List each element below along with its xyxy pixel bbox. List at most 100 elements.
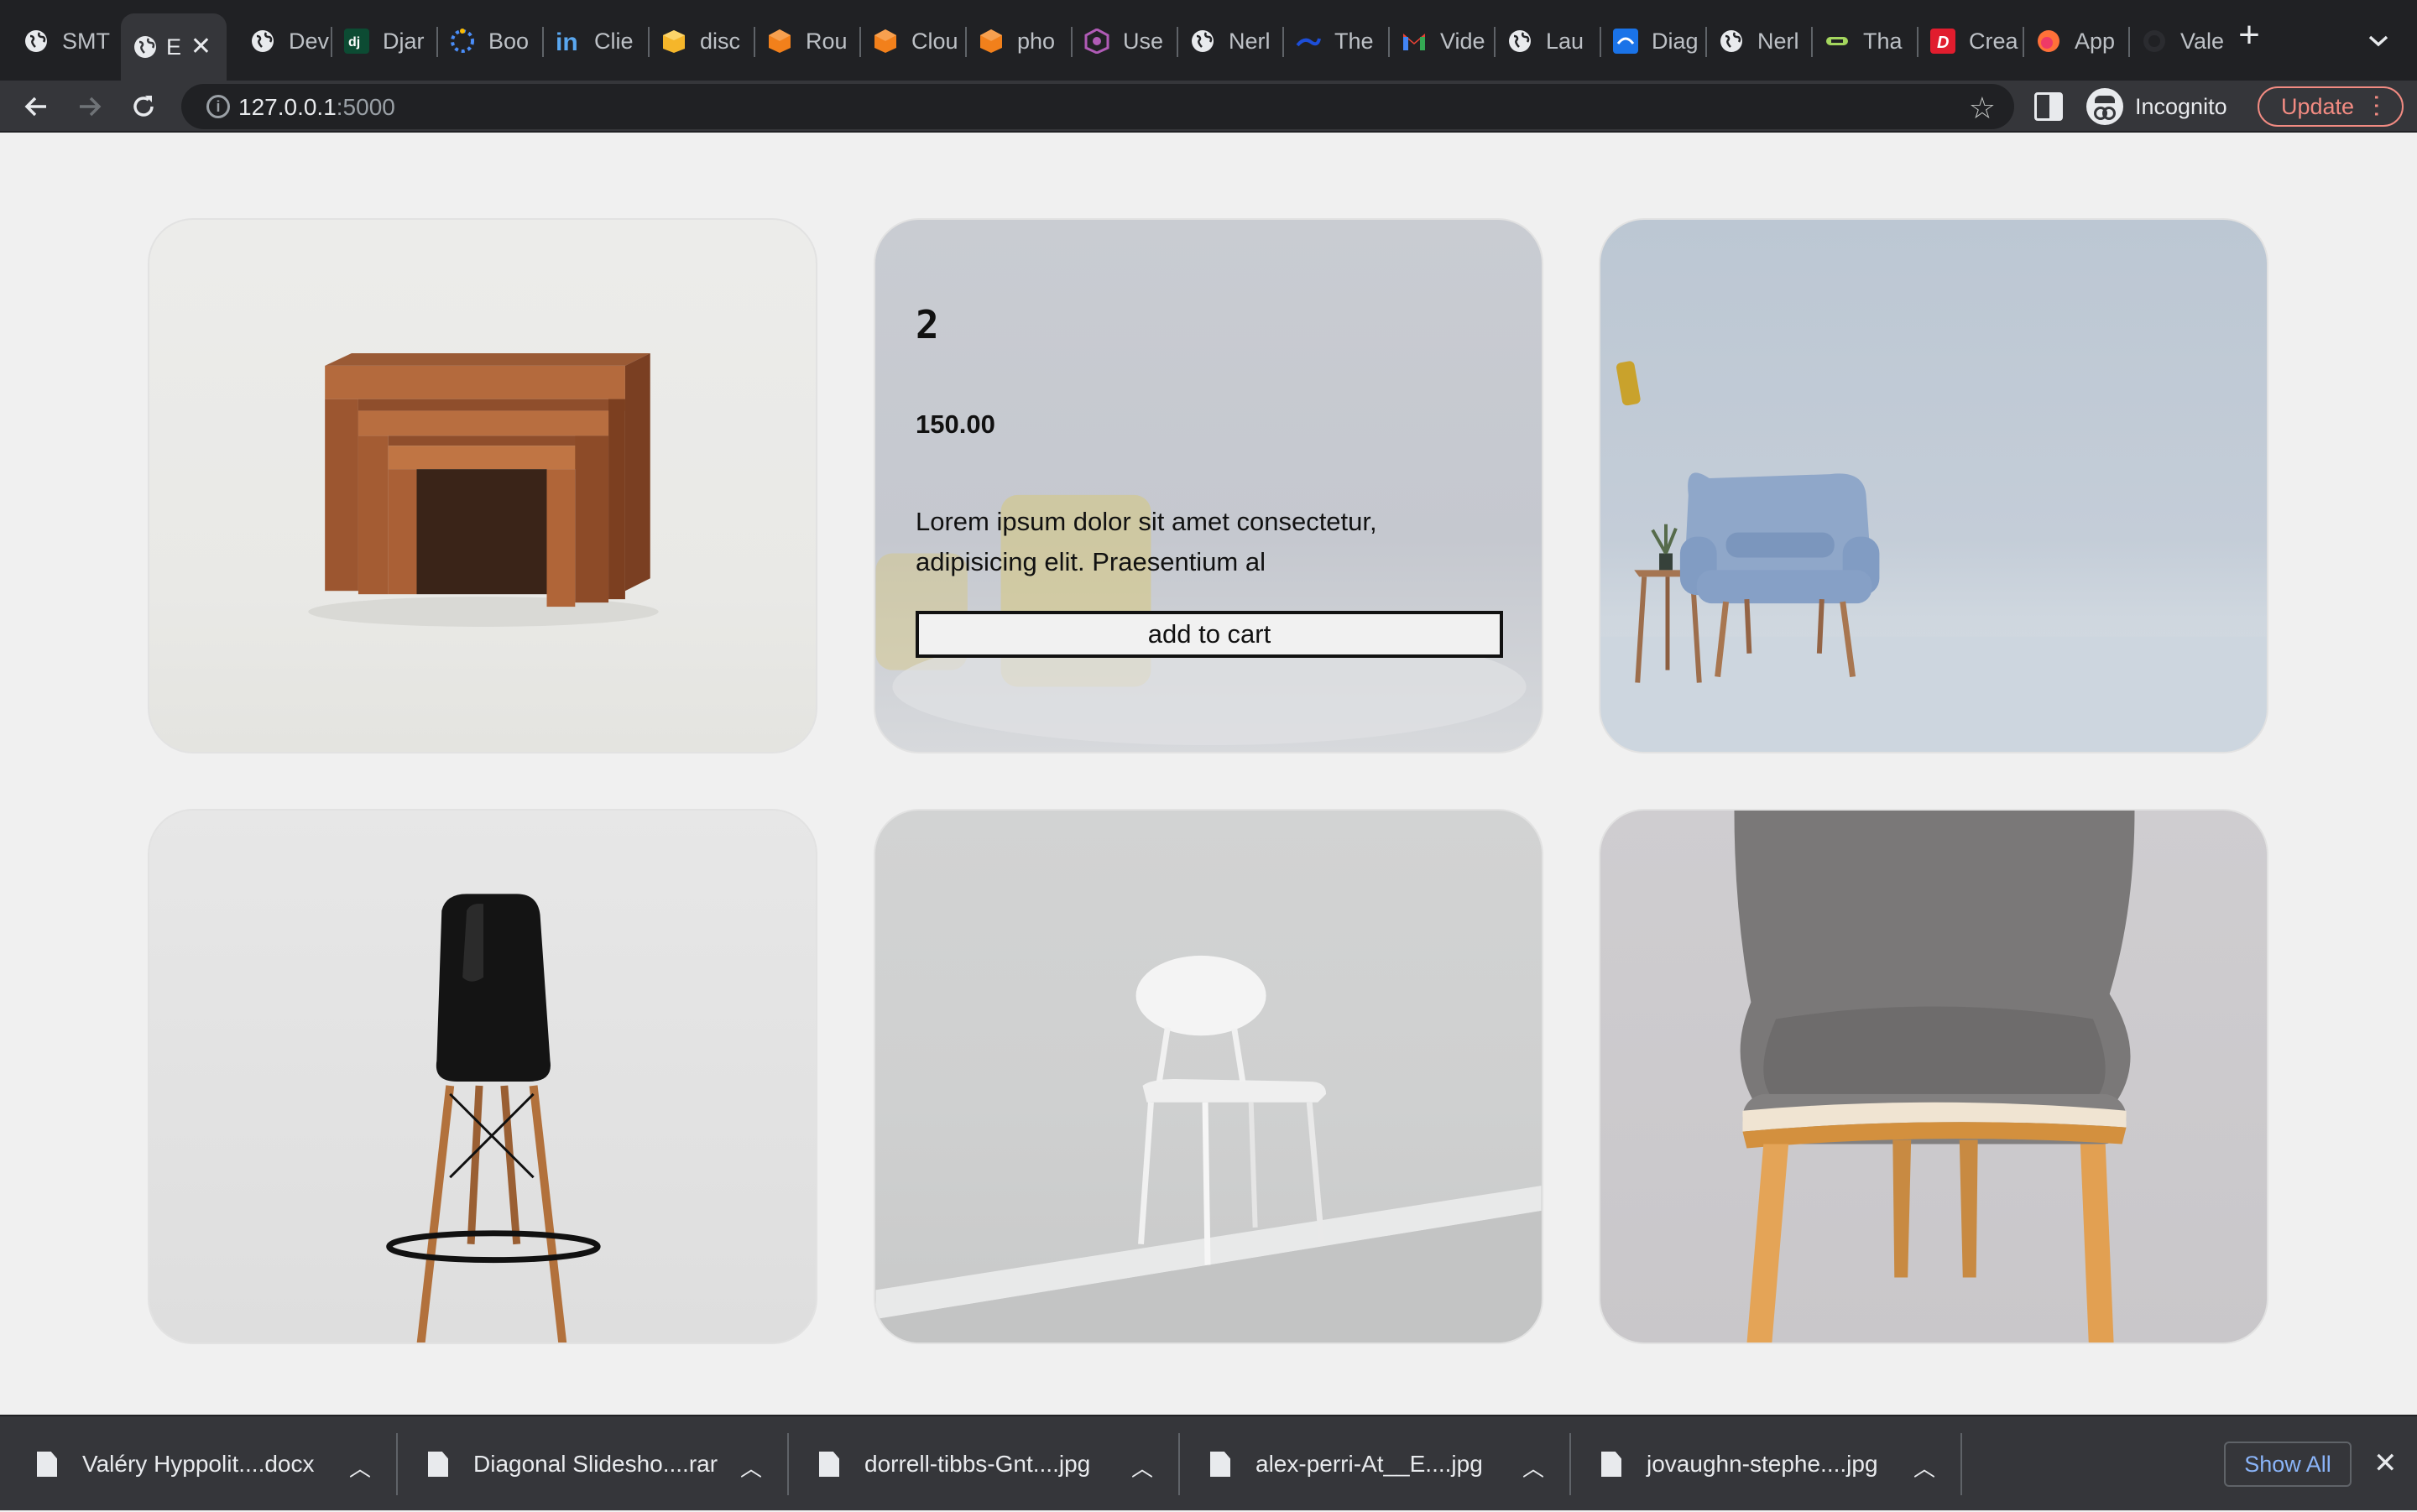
file-icon [37, 1452, 57, 1477]
tab-title: pho [1017, 28, 1056, 54]
chevron-up-icon[interactable]: ︿ [1913, 1452, 1935, 1483]
product-card-nesting-tables[interactable] [148, 218, 817, 753]
linkedin-icon: in [556, 29, 581, 54]
globe-icon [1507, 29, 1532, 54]
tab-8[interactable]: Clou [861, 12, 965, 70]
tab-15[interactable]: Diag [1601, 12, 1705, 70]
tab-20[interactable]: Vale [2130, 12, 2229, 70]
download-filename: alex-perri-At__E....jpg [1255, 1451, 1483, 1477]
product-card-featured[interactable]: 2 150.00 Lorem ipsum dolor sit amet cons… [874, 218, 1543, 753]
tab-7[interactable]: Rou [755, 12, 859, 70]
globe-icon [23, 29, 49, 54]
download-item[interactable]: dorrell-tibbs-Gnt....jpg ︿ [819, 1416, 1155, 1512]
grey-chair-image [1734, 811, 2135, 1343]
back-button[interactable] [17, 87, 55, 126]
url-text: 127.0.0.1:5000 [238, 94, 395, 121]
incognito-indicator[interactable]: Incognito [2086, 86, 2227, 128]
download-item[interactable]: Valéry Hyppolit....docx ︿ [37, 1416, 373, 1512]
blue-armchair-image [1600, 361, 2267, 752]
tab-title: Clou [911, 28, 958, 54]
download-filename: Diagonal Slidesho....rar [473, 1451, 718, 1477]
incognito-icon [2086, 88, 2123, 125]
download-separator [1569, 1433, 1571, 1495]
tab-18[interactable]: D Crea [1918, 12, 2023, 70]
globe-icon [133, 34, 158, 60]
product-name: 2 [916, 302, 939, 347]
browser-toolbar: i 127.0.0.1:5000 ☆ Incognito Update ⋯ [0, 81, 2417, 133]
chevron-up-icon[interactable]: ︿ [740, 1452, 762, 1483]
django-icon: dj [344, 29, 369, 54]
product-details: 2 150.00 Lorem ipsum dolor sit amet cons… [875, 220, 1542, 752]
download-filename: Valéry Hyppolit....docx [82, 1451, 315, 1477]
add-to-cart-button[interactable]: add to cart [916, 611, 1503, 658]
d-icon: D [1930, 29, 1955, 54]
show-all-button[interactable]: Show All [2224, 1442, 2352, 1487]
image-file-icon [819, 1452, 839, 1477]
tab-4[interactable]: Boo [438, 12, 542, 70]
hexagon-icon [1084, 29, 1109, 54]
product-card-grey-chair[interactable] [1599, 809, 2268, 1344]
gmail-icon [1402, 29, 1427, 54]
chevron-up-icon[interactable]: ︿ [349, 1452, 371, 1483]
close-icon[interactable]: ✕ [2373, 1447, 2398, 1480]
tab-6[interactable]: disc [650, 12, 754, 70]
image-file-icon [1601, 1452, 1621, 1477]
tab-0[interactable]: SMT [0, 12, 117, 70]
box-icon [661, 29, 686, 54]
tab-19[interactable]: App [2024, 12, 2128, 70]
product-card-bar-stool[interactable] [148, 809, 817, 1344]
download-item[interactable]: alex-perri-At__E....jpg ︿ [1210, 1416, 1546, 1512]
cube-icon [873, 29, 898, 54]
tab-2[interactable]: Dev [227, 12, 331, 70]
address-bar[interactable]: i 127.0.0.1:5000 ☆ [181, 84, 2014, 129]
image-file-icon [1210, 1452, 1230, 1477]
tab-title: Rou [806, 28, 848, 54]
cable-icon [1824, 29, 1850, 54]
chevron-up-icon[interactable]: ︿ [1131, 1452, 1153, 1483]
tab-title: Clie [594, 28, 634, 54]
update-button[interactable]: Update ⋯ [2258, 86, 2404, 127]
tab-11[interactable]: Nerl [1178, 12, 1282, 70]
close-tab-icon[interactable]: ✕ [191, 32, 211, 61]
product-card-armchair[interactable] [1599, 218, 2268, 753]
tab-16[interactable]: Nerl [1707, 12, 1811, 70]
product-grid: 2 150.00 Lorem ipsum dolor sit amet cons… [0, 133, 2417, 1415]
tab-title: Vide [1440, 28, 1485, 54]
tab-title: SMT [62, 28, 110, 54]
wave-icon [1296, 29, 1321, 54]
globe-icon [250, 29, 275, 54]
tab-9[interactable]: pho [967, 12, 1071, 70]
tab-search-icon[interactable] [2363, 25, 2394, 55]
tab-1[interactable]: E ✕ [121, 13, 227, 81]
url-port: :5000 [336, 94, 395, 120]
tab-5[interactable]: in Clie [544, 12, 648, 70]
tab-title: Crea [1969, 28, 2018, 54]
reload-button[interactable] [124, 87, 163, 126]
tab-3[interactable]: dj Djar [332, 12, 436, 70]
tab-title: Diag [1652, 28, 1699, 54]
tab-14[interactable]: Lau [1496, 12, 1600, 70]
tab-title: Nerl [1757, 28, 1799, 54]
forward-button[interactable] [70, 87, 109, 126]
tab-12[interactable]: The [1284, 12, 1388, 70]
github-icon [2142, 29, 2167, 54]
svg-text:D: D [1937, 34, 1949, 52]
svg-text:dj: dj [348, 35, 360, 50]
chevron-up-icon[interactable]: ︿ [1522, 1452, 1544, 1483]
more-menu-icon[interactable]: ⋯ [2362, 93, 2390, 118]
download-item[interactable]: jovaughn-stephe....jpg ︿ [1601, 1416, 1937, 1512]
tab-title: E [166, 34, 182, 60]
bookmark-star-icon[interactable]: ☆ [1969, 91, 1996, 126]
cube-icon [767, 29, 792, 54]
product-card-white-chair[interactable] [874, 809, 1543, 1344]
site-info-icon[interactable]: i [206, 95, 230, 118]
download-separator [1178, 1433, 1180, 1495]
side-panel-icon[interactable] [2034, 92, 2063, 121]
download-item[interactable]: Diagonal Slidesho....rar ︿ [428, 1416, 764, 1512]
product-description: Lorem ipsum dolor sit amet consectetur, … [916, 507, 1377, 576]
download-separator [787, 1433, 789, 1495]
tab-13[interactable]: Vide [1390, 12, 1494, 70]
tab-10[interactable]: Use [1073, 12, 1177, 70]
tab-17[interactable]: Tha [1813, 12, 1917, 70]
new-tab-icon[interactable]: + [2231, 17, 2268, 55]
